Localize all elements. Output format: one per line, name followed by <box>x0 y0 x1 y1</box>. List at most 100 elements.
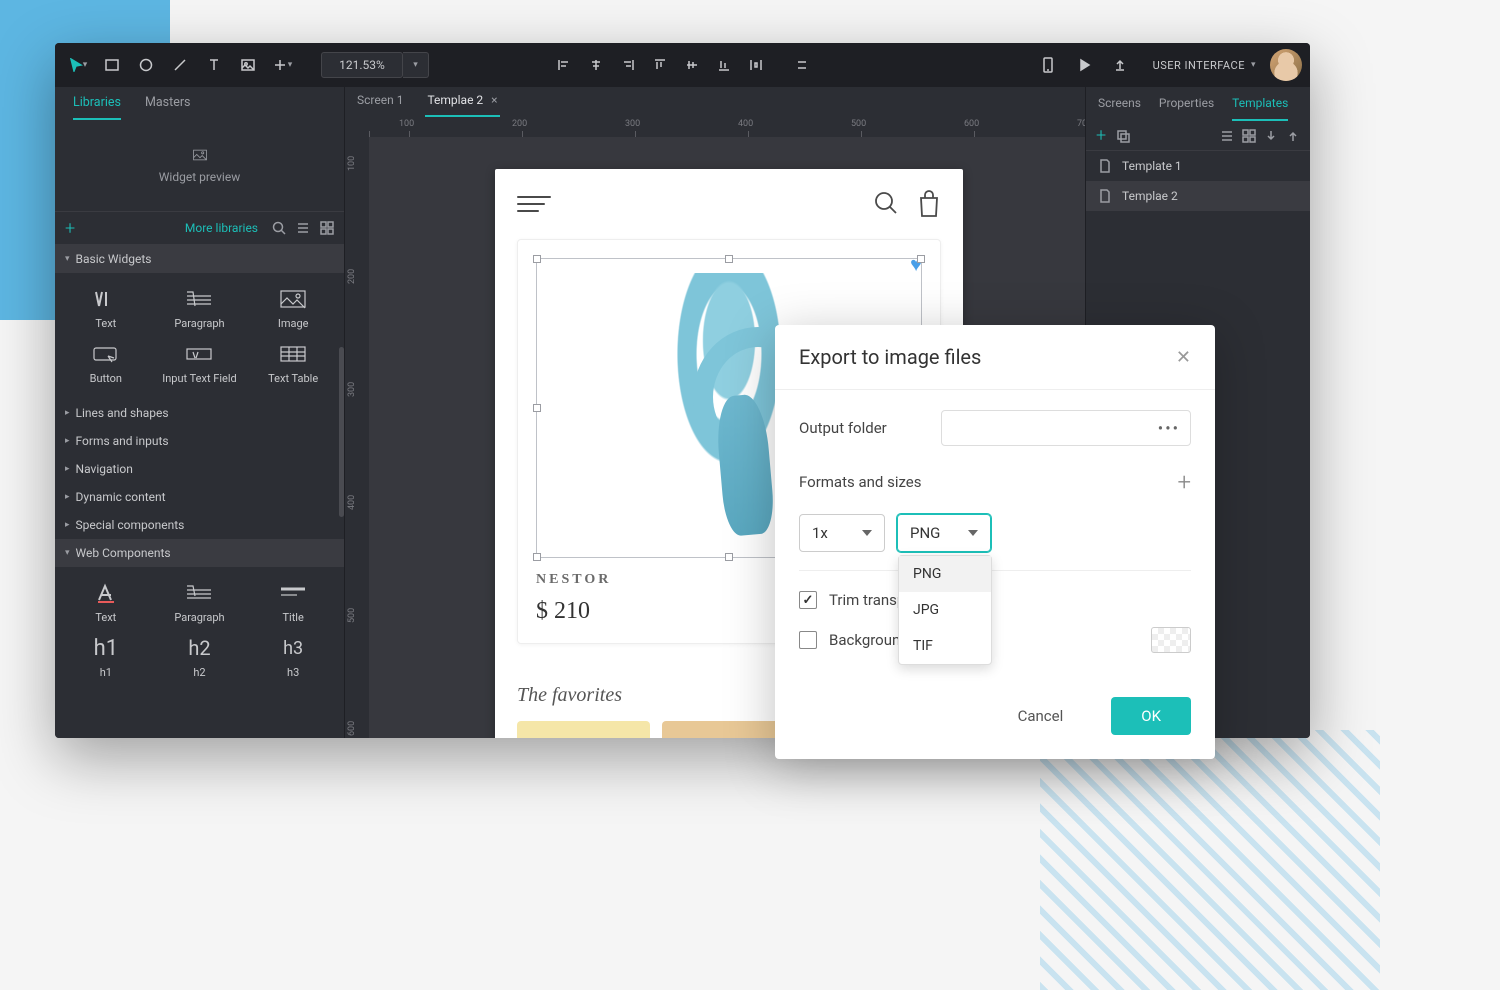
resize-handle[interactable] <box>725 553 733 561</box>
grid-view-icon[interactable] <box>320 221 334 235</box>
format-dropdown: PNG JPG TIF <box>898 555 992 665</box>
play-icon[interactable] <box>1069 50 1099 80</box>
text-tool[interactable] <box>199 50 229 80</box>
web-h1[interactable]: h1h1 <box>61 632 151 683</box>
avatar[interactable] <box>1270 49 1302 81</box>
web-title[interactable]: Title <box>248 577 338 628</box>
screens-tab[interactable]: Screens <box>1098 87 1141 121</box>
align-hcenter-icon[interactable] <box>581 50 611 80</box>
resize-handle[interactable] <box>725 255 733 263</box>
web-text[interactable]: Text <box>61 577 151 628</box>
distribute-v-icon[interactable] <box>787 50 817 80</box>
user-menu[interactable]: USER INTERFACE▾ <box>1153 59 1256 72</box>
libraries-tab[interactable]: Libraries <box>73 86 121 120</box>
cancel-button[interactable]: Cancel <box>988 697 1094 735</box>
output-folder-input[interactable]: ••• <box>941 410 1191 446</box>
grid-icon[interactable] <box>1242 129 1256 143</box>
resize-handle[interactable] <box>533 255 541 263</box>
up-icon[interactable] <box>1286 129 1300 143</box>
web-h3[interactable]: h3h3 <box>248 632 338 683</box>
search-icon[interactable] <box>272 221 286 235</box>
close-tab-icon[interactable]: × <box>491 93 497 107</box>
widget-text[interactable]: Text <box>61 283 151 334</box>
properties-tab[interactable]: Properties <box>1159 87 1214 121</box>
device-icon[interactable] <box>1033 50 1063 80</box>
left-tabs: Libraries Masters <box>55 87 344 121</box>
cat-dynamic[interactable]: Dynamic content <box>55 483 344 511</box>
close-icon[interactable]: ✕ <box>1176 347 1191 368</box>
zoom-dropdown[interactable]: ▾ <box>403 52 429 78</box>
canvas-tabs: Screen 1 Templae 2× <box>345 87 1085 117</box>
canvas-tab-screen1[interactable]: Screen 1 <box>355 87 405 117</box>
widget-preview: Widget preview <box>55 121 344 211</box>
basic-widgets-grid: Text Paragraph Image Button Input Text F… <box>55 273 344 399</box>
format-select[interactable]: PNG PNG JPG TIF <box>897 514 991 552</box>
align-tools <box>549 50 817 80</box>
align-left-icon[interactable] <box>549 50 579 80</box>
search-icon[interactable] <box>873 190 899 216</box>
widget-preview-label: Widget preview <box>159 170 240 184</box>
list-icon[interactable] <box>1220 129 1234 143</box>
browse-icon[interactable]: ••• <box>1158 419 1180 438</box>
add-template-button[interactable]: + <box>1096 125 1106 146</box>
ok-button[interactable]: OK <box>1111 697 1191 735</box>
resize-handle[interactable] <box>533 553 541 561</box>
more-libraries-link[interactable]: More libraries <box>185 221 258 235</box>
widget-image[interactable]: Image <box>248 283 338 334</box>
trim-checkbox[interactable] <box>799 591 817 609</box>
hamburger-icon[interactable] <box>517 191 551 217</box>
ellipse-tool[interactable] <box>131 50 161 80</box>
align-bottom-icon[interactable] <box>709 50 739 80</box>
align-right-icon[interactable] <box>613 50 643 80</box>
format-option-tif[interactable]: TIF <box>899 628 991 664</box>
add-library-button[interactable]: + <box>65 218 75 239</box>
bg-stripes <box>1040 730 1380 990</box>
basic-widgets-section[interactable]: Basic Widgets <box>55 245 344 273</box>
bg-checkbox[interactable] <box>799 631 817 649</box>
widget-table[interactable]: Text Table <box>248 338 338 389</box>
template-row[interactable]: Templae 2 <box>1086 181 1310 211</box>
size-select[interactable]: 1x <box>799 514 885 552</box>
duplicate-icon[interactable] <box>1116 129 1130 143</box>
output-folder-label: Output folder <box>799 419 887 437</box>
web-components-section[interactable]: Web Components <box>55 539 344 567</box>
line-tool[interactable] <box>165 50 195 80</box>
cat-forms[interactable]: Forms and inputs <box>55 427 344 455</box>
resize-handle[interactable] <box>533 404 541 412</box>
zoom-control[interactable]: 121.53% ▾ <box>321 52 429 78</box>
format-option-png[interactable]: PNG <box>899 556 991 592</box>
zoom-value[interactable]: 121.53% <box>321 52 403 78</box>
bg-color-swatch[interactable] <box>1151 627 1191 653</box>
web-h2[interactable]: h2h2 <box>155 632 245 683</box>
favorite-swatch[interactable] <box>517 721 650 738</box>
canvas-tab-template2[interactable]: Templae 2× <box>425 87 499 117</box>
cat-special[interactable]: Special components <box>55 511 344 539</box>
add-tool[interactable]: ▾ <box>267 50 297 80</box>
add-format-button[interactable]: + <box>1177 468 1191 496</box>
masters-tab[interactable]: Masters <box>145 86 191 120</box>
align-vcenter-icon[interactable] <box>677 50 707 80</box>
cat-nav[interactable]: Navigation <box>55 455 344 483</box>
bag-icon[interactable] <box>917 190 941 218</box>
web-paragraph[interactable]: Paragraph <box>155 577 245 628</box>
left-scrollbar[interactable] <box>339 347 344 517</box>
widget-input[interactable]: Input Text Field <box>155 338 245 389</box>
resize-handle[interactable] <box>917 255 925 263</box>
align-top-icon[interactable] <box>645 50 675 80</box>
image-tool[interactable] <box>233 50 263 80</box>
widget-button[interactable]: Button <box>61 338 151 389</box>
down-icon[interactable] <box>1264 129 1278 143</box>
upload-icon[interactable] <box>1105 50 1135 80</box>
library-bar: + More libraries <box>55 211 344 245</box>
dialog-title: Export to image files <box>799 345 981 369</box>
template-row[interactable]: Template 1 <box>1086 151 1310 181</box>
distribute-h-icon[interactable] <box>741 50 771 80</box>
format-option-jpg[interactable]: JPG <box>899 592 991 628</box>
list-view-icon[interactable] <box>296 221 310 235</box>
ruler-horizontal: 100 200 300 400 500 600 700 800 900 1000 <box>369 117 1085 137</box>
templates-tab[interactable]: Templates <box>1232 87 1288 121</box>
select-tool[interactable]: ▾ <box>63 50 93 80</box>
cat-lines[interactable]: Lines and shapes <box>55 399 344 427</box>
widget-paragraph[interactable]: Paragraph <box>155 283 245 334</box>
rectangle-tool[interactable] <box>97 50 127 80</box>
